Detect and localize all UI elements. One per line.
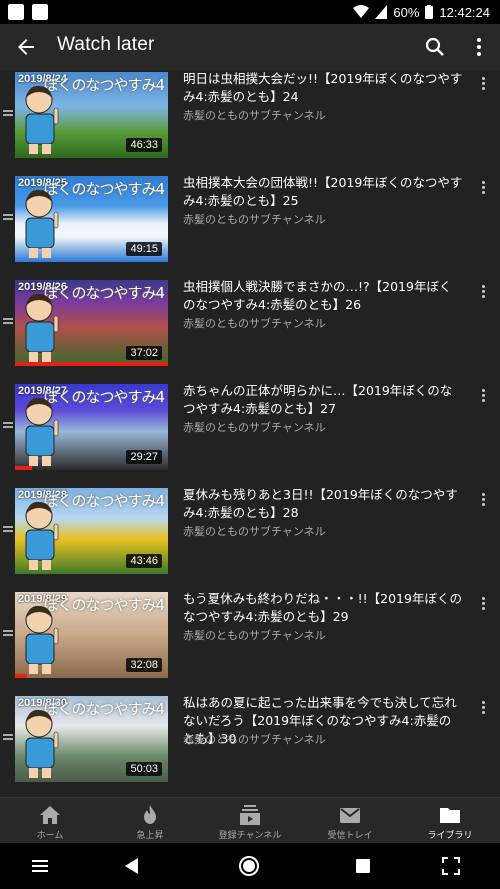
video-thumbnail[interactable]: 2019/8/30 ぼくのなつやすみ4 50:03: [15, 696, 168, 782]
drag-handle-icon[interactable]: [3, 214, 13, 222]
recents-square-icon[interactable]: [352, 855, 374, 877]
search-icon[interactable]: [423, 35, 447, 59]
battery-icon: [425, 5, 434, 19]
library-icon: [440, 808, 460, 823]
drag-handle-icon[interactable]: [3, 630, 13, 638]
channel-name[interactable]: 赤髪のとものサブチャンネル: [183, 419, 326, 435]
character-illustration: [25, 709, 59, 778]
menu-icon[interactable]: [29, 855, 51, 877]
back-arrow-icon[interactable]: [14, 35, 38, 59]
video-list-item[interactable]: 2019/8/29 ぼくのなつやすみ4 32:08 もう夏休みも終わりだね・・・…: [0, 590, 500, 694]
video-list-item[interactable]: 2019/8/24 ぼくのなつやすみ4 46:33 明日は虫相撲大会だッ!!【2…: [0, 70, 500, 174]
status-bar: 60% 12:42:24: [0, 0, 500, 24]
video-title[interactable]: 明日は虫相撲大会だッ!!【2019年ぼくのなつやすみ4:赤髪のとも】24: [183, 70, 463, 106]
nav-label: ホーム: [36, 831, 64, 841]
drag-handle-icon[interactable]: [3, 734, 13, 742]
trending-icon: [144, 805, 156, 824]
video-thumbnail[interactable]: 2019/8/25 ぼくのなつやすみ4 49:15: [15, 176, 168, 262]
drag-handle-icon[interactable]: [3, 422, 13, 430]
signal-icon: [375, 5, 388, 19]
notification-icon: [32, 4, 48, 20]
character-illustration: [25, 605, 59, 674]
video-duration: 29:27: [126, 450, 162, 464]
video-more-icon[interactable]: [480, 75, 488, 93]
watch-progress-bar: [15, 362, 168, 366]
video-more-icon[interactable]: [480, 387, 488, 405]
channel-name[interactable]: 赤髪のとものサブチャンネル: [183, 523, 326, 539]
system-nav-bar: [0, 843, 500, 889]
channel-name[interactable]: 赤髪のとものサブチャンネル: [183, 315, 326, 331]
video-title[interactable]: もう夏休みも終わりだね・・・!!【2019年ぼくのなつやすみ4:赤髪のとも】29: [183, 590, 463, 626]
nav-subscriptions[interactable]: 登録チャンネル: [200, 798, 300, 844]
channel-name[interactable]: 赤髪のとものサブチャンネル: [183, 211, 326, 227]
video-thumbnail[interactable]: 2019/8/27 ぼくのなつやすみ4 29:27: [15, 384, 168, 470]
video-list-item[interactable]: 2019/8/28 ぼくのなつやすみ4 43:46 夏休みも残りあと3日!!【2…: [0, 486, 500, 590]
clock: 12:42:24: [439, 4, 490, 20]
video-thumbnail[interactable]: 2019/8/28 ぼくのなつやすみ4 43:46: [15, 488, 168, 574]
drag-handle-icon[interactable]: [3, 110, 13, 118]
video-more-icon[interactable]: [480, 699, 488, 717]
drag-handle-icon[interactable]: [3, 526, 13, 534]
video-list-item[interactable]: 2019/8/30 ぼくのなつやすみ4 50:03 私はあの夏に起こった出来事を…: [0, 694, 500, 797]
nav-home[interactable]: ホーム: [0, 798, 100, 844]
video-title[interactable]: 虫相撲個人戦決勝でまさかの…!?【2019年ぼくのなつやすみ4:赤髪のとも】26: [183, 278, 463, 314]
video-list-item[interactable]: 2019/8/26 ぼくのなつやすみ4 37:02 虫相撲個人戦決勝でまさかの……: [0, 278, 500, 382]
character-illustration: [25, 189, 59, 258]
drag-handle-icon[interactable]: [3, 318, 13, 326]
back-triangle-icon[interactable]: [121, 855, 143, 877]
video-duration: 43:46: [126, 554, 162, 568]
nav-label: 急上昇: [136, 831, 164, 841]
fullscreen-icon[interactable]: [440, 855, 462, 877]
watch-progress-bar: [15, 466, 32, 470]
nav-label: 登録チャンネル: [218, 831, 282, 841]
video-more-icon[interactable]: [480, 179, 488, 197]
video-duration: 49:15: [126, 242, 162, 256]
home-circle-icon[interactable]: [238, 855, 260, 877]
video-more-icon[interactable]: [480, 283, 488, 301]
battery-percent: 60%: [393, 4, 420, 20]
inbox-icon: [340, 808, 360, 823]
video-thumbnail[interactable]: 2019/8/29 ぼくのなつやすみ4 32:08: [15, 592, 168, 678]
notification-icon: [8, 4, 24, 20]
video-duration: 37:02: [126, 346, 162, 360]
wifi-icon: [353, 5, 370, 18]
more-options-icon[interactable]: [467, 35, 491, 59]
character-illustration: [25, 293, 59, 362]
video-duration: 50:03: [126, 762, 162, 776]
channel-name[interactable]: 赤髪のとものサブチャンネル: [183, 627, 326, 643]
character-illustration: [25, 501, 59, 570]
video-title[interactable]: 虫相撲本大会の団体戦!!【2019年ぼくのなつやすみ4:赤髪のとも】25: [183, 174, 463, 210]
nav-library[interactable]: ライブラリ: [400, 798, 500, 844]
nav-label: ライブラリ: [427, 831, 473, 841]
watch-progress-bar: [15, 674, 27, 678]
channel-name[interactable]: 赤髪のとものサブチャンネル: [183, 731, 326, 747]
page-title: Watch later: [57, 34, 155, 55]
nav-inbox[interactable]: 受信トレイ: [300, 798, 400, 844]
video-thumbnail[interactable]: 2019/8/24 ぼくのなつやすみ4 46:33: [15, 72, 168, 158]
video-list-item[interactable]: 2019/8/25 ぼくのなつやすみ4 49:15 虫相撲本大会の団体戦!!【2…: [0, 174, 500, 278]
video-more-icon[interactable]: [480, 595, 488, 613]
video-more-icon[interactable]: [480, 491, 488, 509]
subscriptions-icon: [240, 805, 260, 825]
video-list[interactable]: 2019/8/24 ぼくのなつやすみ4 46:33 明日は虫相撲大会だッ!!【2…: [0, 70, 500, 797]
video-duration: 32:08: [126, 658, 162, 672]
video-thumbnail[interactable]: 2019/8/26 ぼくのなつやすみ4 37:02: [15, 280, 168, 366]
bottom-nav: ホーム 急上昇 登録チャンネル 受信トレイ ライブラリ: [0, 797, 500, 843]
video-list-item[interactable]: 2019/8/27 ぼくのなつやすみ4 29:27 赤ちゃんの正体が明らかに…【…: [0, 382, 500, 486]
video-title[interactable]: 夏休みも残りあと3日!!【2019年ぼくのなつやすみ4:赤髪のとも】28: [183, 486, 463, 522]
app-bar: Watch later: [0, 24, 500, 70]
nav-trending[interactable]: 急上昇: [100, 798, 200, 844]
character-illustration: [25, 397, 59, 466]
video-title[interactable]: 赤ちゃんの正体が明らかに…【2019年ぼくのなつやすみ4:赤髪のとも】27: [183, 382, 463, 418]
nav-label: 受信トレイ: [327, 831, 373, 841]
channel-name[interactable]: 赤髪のとものサブチャンネル: [183, 107, 326, 123]
character-illustration: [25, 85, 59, 154]
video-duration: 46:33: [126, 138, 162, 152]
home-icon: [40, 806, 60, 824]
